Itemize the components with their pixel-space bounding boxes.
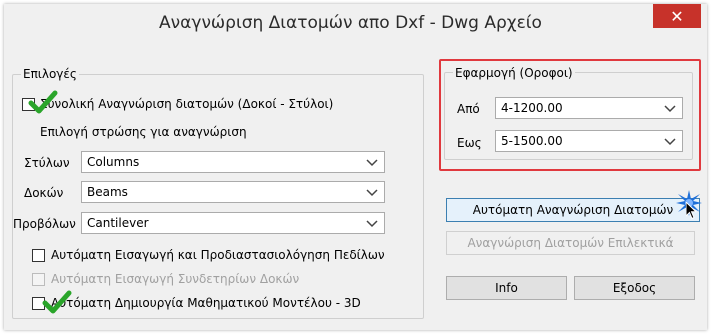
total-recognition-label[interactable]: Συνολική Αναγνώριση διατομών (Δοκοί - Στ…	[40, 97, 333, 111]
checkmark-icon	[42, 290, 72, 314]
auto-recognition-button[interactable]: Αυτόματη Αναγνώριση Διατομών	[446, 198, 700, 222]
selective-recognition-button-label: Αναγνώριση Διατομών Επιλεκτικά	[467, 236, 674, 250]
cantilevers-label: Προβόλων	[13, 217, 76, 231]
columns-label: Στύλων	[24, 156, 70, 170]
chevron-down-icon	[366, 189, 378, 197]
highlight-frame	[439, 59, 701, 171]
columns-select-value: Columns	[87, 155, 140, 169]
window-title: Αναγνώριση Διατομών απο Dxf - Dwg Αρχείο	[159, 13, 542, 33]
auto-insert-ties-label[interactable]: Αυτόματη Εισαγωγή Συνδετηρίων Δοκών	[51, 272, 299, 286]
auto-insert-ties-checkbox[interactable]	[32, 273, 45, 286]
exit-button[interactable]: Εξοδος	[574, 276, 695, 300]
checkmark-icon	[28, 90, 58, 114]
dialog-client-area: Επιλογές Συνολική Αναγνώριση διατομών (Δ…	[12, 44, 702, 323]
options-group: Επιλογές Συνολική Αναγνώριση διατομών (Δ…	[12, 67, 424, 319]
info-button-label: Info	[495, 281, 518, 295]
columns-select[interactable]: Columns	[81, 151, 385, 173]
mouse-cursor-icon	[686, 202, 698, 220]
layer-selection-heading: Επιλογή στρώσης για αναγνώριση	[40, 125, 247, 139]
cantilevers-select[interactable]: Cantilever	[81, 212, 385, 234]
chevron-down-icon	[366, 220, 378, 228]
title-bar[interactable]: Αναγνώριση Διατομών απο Dxf - Dwg Αρχείο…	[4, 4, 707, 42]
info-button[interactable]: Info	[446, 276, 567, 300]
beams-select-value: Beams	[87, 185, 128, 199]
auto-create-model-label[interactable]: Αυτόματη Δημιουργία Μαθηματικού Μοντέλου…	[51, 296, 361, 310]
beams-label: Δοκών	[24, 186, 64, 200]
auto-insert-slabs-label[interactable]: Αυτόματη Εισαγωγή και Προδιαστασιολόγηση…	[51, 248, 385, 262]
auto-insert-slabs-checkbox[interactable]	[32, 249, 45, 262]
beams-select[interactable]: Beams	[81, 181, 385, 203]
auto-recognition-button-label: Αυτόματη Αναγνώριση Διατομών	[472, 203, 674, 217]
cantilevers-select-value: Cantilever	[87, 216, 149, 230]
options-group-legend: Επιλογές	[21, 67, 79, 81]
close-button[interactable]: ✕	[653, 4, 701, 28]
close-icon: ✕	[670, 6, 684, 26]
selective-recognition-button[interactable]: Αναγνώριση Διατομών Επιλεκτικά	[446, 231, 695, 255]
exit-button-label: Εξοδος	[612, 281, 657, 295]
chevron-down-icon	[366, 159, 378, 167]
dialog-window: Αναγνώριση Διατομών απο Dxf - Dwg Αρχείο…	[4, 4, 707, 330]
